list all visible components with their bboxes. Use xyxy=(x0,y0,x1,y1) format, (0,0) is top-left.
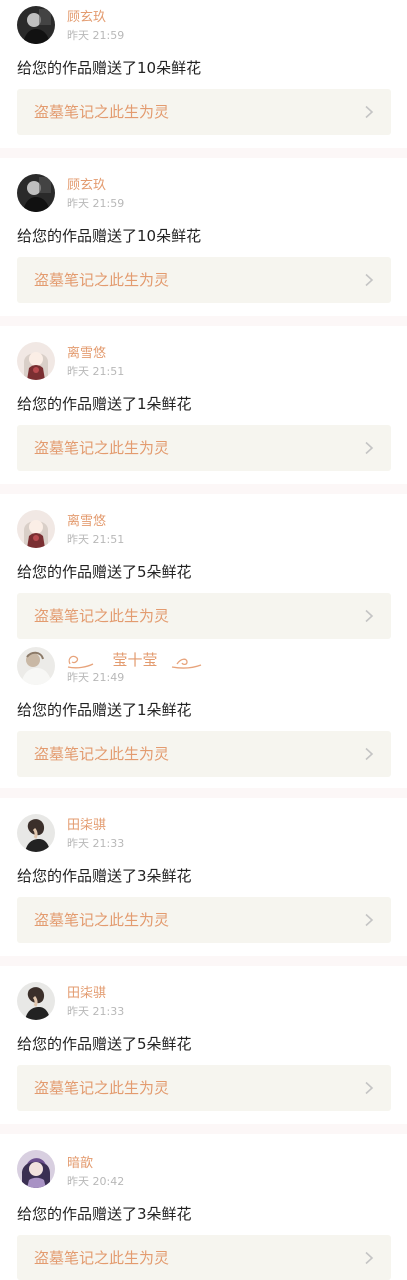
gift-message: 给您的作品赠送了3朵鲜花 xyxy=(17,1205,192,1223)
notification-card: 暗歆 昨天 20:42 给您的作品赠送了3朵鲜花 盗墓笔记之此生为灵 xyxy=(0,1134,407,1280)
light-photo-avatar[interactable] xyxy=(17,647,55,685)
notification-feed: 顾玄玖 昨天 21:59 给您的作品赠送了10朵鲜花 盗墓笔记之此生为灵 顾玄玖… xyxy=(0,0,407,1280)
decorated-username[interactable]: 莹十莹 xyxy=(65,646,205,672)
chevron-right-icon xyxy=(365,273,374,287)
notification-card: 顾玄玖 昨天 21:59 给您的作品赠送了10朵鲜花 盗墓笔记之此生为灵 xyxy=(0,158,407,316)
gift-message: 给您的作品赠送了3朵鲜花 xyxy=(17,867,192,885)
chevron-right-icon xyxy=(365,105,374,119)
notification-card: 离雪悠 昨天 21:51 给您的作品赠送了1朵鲜花 盗墓笔记之此生为灵 xyxy=(0,326,407,484)
notification-card: 顾玄玖 昨天 21:59 给您的作品赠送了10朵鲜花 盗墓笔记之此生为灵 xyxy=(0,0,407,148)
card-separator xyxy=(0,956,407,966)
work-link[interactable]: 盗墓笔记之此生为灵 xyxy=(17,1235,391,1280)
username[interactable]: 离雪悠 xyxy=(67,346,106,362)
gift-message: 给您的作品赠送了5朵鲜花 xyxy=(17,1035,192,1053)
username[interactable]: 莹十莹 xyxy=(112,651,157,669)
notification-card: 莹十莹 昨天 21:49 给您的作品赠送了1朵鲜花 盗墓笔记之此生为灵 xyxy=(0,640,407,788)
work-title: 盗墓笔记之此生为灵 xyxy=(34,439,170,457)
card-separator xyxy=(0,484,407,494)
gift-message: 给您的作品赠送了1朵鲜花 xyxy=(17,395,192,413)
chevron-right-icon xyxy=(365,609,374,623)
work-title: 盗墓笔记之此生为灵 xyxy=(34,745,170,763)
work-link[interactable]: 盗墓笔记之此生为灵 xyxy=(17,593,391,639)
chevron-right-icon xyxy=(365,913,374,927)
username[interactable]: 暗歆 xyxy=(67,1156,93,1172)
work-link[interactable]: 盗墓笔记之此生为灵 xyxy=(17,425,391,471)
card-separator xyxy=(0,788,407,798)
work-title: 盗墓笔记之此生为灵 xyxy=(34,271,170,289)
work-title: 盗墓笔记之此生为灵 xyxy=(34,103,170,121)
work-link[interactable]: 盗墓笔记之此生为灵 xyxy=(17,897,391,943)
username[interactable]: 田柒骐 xyxy=(67,986,106,1002)
gift-message: 给您的作品赠送了5朵鲜花 xyxy=(17,563,192,581)
timestamp: 昨天 21:59 xyxy=(67,29,125,42)
anime-girl-avatar[interactable] xyxy=(17,510,55,548)
work-title: 盗墓笔记之此生为灵 xyxy=(34,1079,170,1097)
work-title: 盗墓笔记之此生为灵 xyxy=(34,1249,170,1267)
timestamp: 昨天 21:51 xyxy=(67,533,125,546)
card-separator xyxy=(0,316,407,326)
chevron-right-icon xyxy=(365,747,374,761)
username[interactable]: 顾玄玖 xyxy=(67,10,106,26)
timestamp: 昨天 21:33 xyxy=(67,1005,125,1018)
chevron-right-icon xyxy=(365,1251,374,1265)
profile-portrait-avatar[interactable] xyxy=(17,982,55,1020)
profile-portrait-avatar[interactable] xyxy=(17,814,55,852)
gift-message: 给您的作品赠送了10朵鲜花 xyxy=(17,59,202,77)
anime-girl-avatar[interactable] xyxy=(17,342,55,380)
timestamp: 昨天 21:51 xyxy=(67,365,125,378)
chevron-right-icon xyxy=(365,1081,374,1095)
dark-portrait-avatar[interactable] xyxy=(17,174,55,212)
purple-hair-avatar[interactable] xyxy=(17,1150,55,1188)
username[interactable]: 田柒骐 xyxy=(67,818,106,834)
notification-card: 离雪悠 昨天 21:51 给您的作品赠送了5朵鲜花 盗墓笔记之此生为灵 xyxy=(0,494,407,640)
username[interactable]: 顾玄玖 xyxy=(67,178,106,194)
timestamp: 昨天 21:33 xyxy=(67,837,125,850)
timestamp: 昨天 21:59 xyxy=(67,197,125,210)
gift-message: 给您的作品赠送了1朵鲜花 xyxy=(17,701,192,719)
work-link[interactable]: 盗墓笔记之此生为灵 xyxy=(17,89,391,135)
card-separator xyxy=(0,1124,407,1134)
work-link[interactable]: 盗墓笔记之此生为灵 xyxy=(17,731,391,777)
chevron-right-icon xyxy=(365,441,374,455)
work-link[interactable]: 盗墓笔记之此生为灵 xyxy=(17,257,391,303)
work-title: 盗墓笔记之此生为灵 xyxy=(34,607,170,625)
card-separator xyxy=(0,148,407,158)
timestamp: 昨天 21:49 xyxy=(67,671,125,684)
work-title: 盗墓笔记之此生为灵 xyxy=(34,911,170,929)
work-link[interactable]: 盗墓笔记之此生为灵 xyxy=(17,1065,391,1111)
notification-card: 田柒骐 昨天 21:33 给您的作品赠送了3朵鲜花 盗墓笔记之此生为灵 xyxy=(0,798,407,956)
username[interactable]: 离雪悠 xyxy=(67,514,106,530)
dark-portrait-avatar[interactable] xyxy=(17,6,55,44)
timestamp: 昨天 20:42 xyxy=(67,1175,125,1188)
gift-message: 给您的作品赠送了10朵鲜花 xyxy=(17,227,202,245)
notification-card: 田柒骐 昨天 21:33 给您的作品赠送了5朵鲜花 盗墓笔记之此生为灵 xyxy=(0,966,407,1124)
